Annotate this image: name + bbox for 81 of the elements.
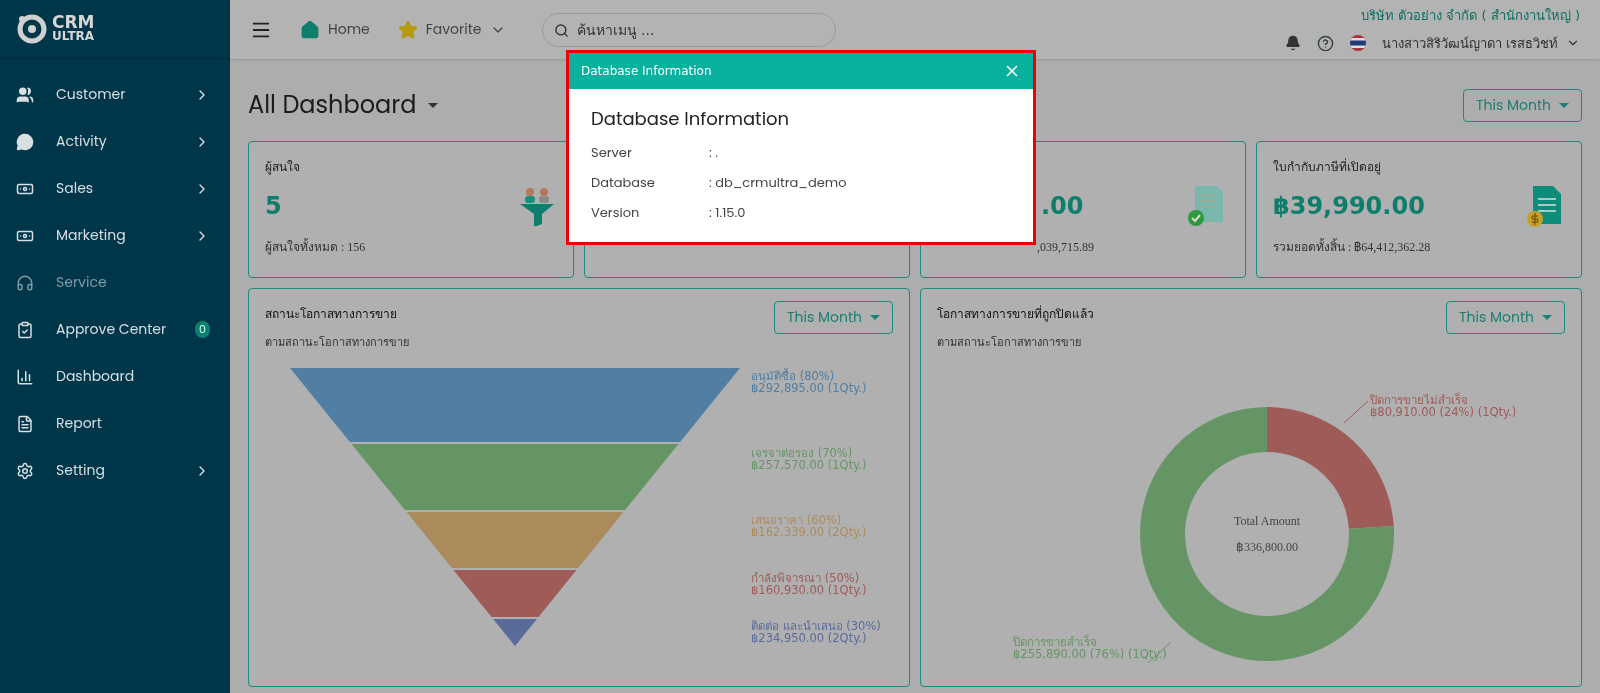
search-field[interactable]: ค้นหาเมนู ... — [541, 12, 836, 47]
sidebar-label: Activity — [56, 131, 108, 152]
slice-label: ปิดการขายสำเร็จ — [1013, 635, 1097, 648]
document-icon — [16, 414, 34, 433]
home-link[interactable]: Home — [300, 19, 370, 40]
stage-amount: ฿292,895.00 (1Qty.) — [751, 381, 868, 394]
dialog-title: Database Information — [591, 105, 791, 132]
card-title: ใบกำกับภาษีที่เปิดอยู่ — [1273, 158, 1382, 174]
card-footer: ,039,715.89 — [1037, 238, 1229, 256]
sidebar-item[interactable]: Setting — [0, 447, 230, 494]
leader-line — [1344, 400, 1369, 424]
donut-center-value: ฿336,800.00 — [1236, 538, 1298, 556]
info-value: : 1.15.0 — [709, 203, 746, 223]
flag-icon[interactable] — [1349, 35, 1366, 52]
caret-icon — [428, 102, 439, 108]
info-value: : db_crmultra_demo — [709, 173, 847, 193]
donut-center-label: Total Amount — [1233, 512, 1301, 530]
favorite-link[interactable]: Favorite — [397, 19, 506, 40]
stage-label: เจรจาต่อรอง (70%) — [751, 446, 853, 459]
sidebar-label: Approve Center — [56, 319, 168, 340]
panel-subtitle: ตามสถานะโอกาสทางการขาย — [265, 335, 409, 351]
stage-label: ติดต่อ และนำเสนอ (30%) — [751, 619, 881, 632]
info-label: Server — [591, 143, 633, 163]
sidebar-label: Marketing — [56, 225, 127, 246]
card-value: 5 — [265, 191, 282, 222]
slice-amount: ฿80,910.00 (24%) (1Qty.) — [1370, 405, 1517, 418]
stage-amount: ฿234,950.00 (2Qty.) — [751, 631, 867, 644]
bell-icon[interactable] — [1284, 35, 1301, 52]
card-value: ฿39,990.00 — [1273, 191, 1425, 222]
sidebar-label: Sales — [56, 178, 95, 199]
sidebar-item[interactable]: Customer — [0, 71, 230, 118]
logo-text: CRM — [52, 15, 95, 29]
sidebar-label: Service — [56, 272, 108, 293]
sidebar-label: Customer — [56, 84, 127, 105]
card-title: ผู้สนใจ — [265, 159, 301, 174]
company-name: บริษัท ตัวอย่าง จำกัด ( สำนักงานใหญ่ ) — [1361, 7, 1580, 25]
caret-icon — [870, 315, 880, 320]
card-value: .00 — [1041, 191, 1084, 222]
page-title[interactable]: All Dashboard — [248, 87, 439, 123]
home-icon — [300, 19, 320, 40]
sidebar-item[interactable]: Approve Center 0 — [0, 306, 230, 353]
sidebar-item[interactable]: Dashboard — [0, 353, 230, 400]
headphones-icon — [16, 273, 34, 292]
bar-chart-icon — [16, 367, 34, 386]
dialog-header-title: Database Information — [581, 63, 712, 80]
stage-label: กำลังพิจารณา (50%) — [751, 571, 860, 584]
card-footer: รวมยอดทั้งสิ้น : ฿64,412,362.28 — [1273, 238, 1565, 256]
info-label: Version — [591, 203, 641, 223]
stage-label: อนุมัติซื้อ (80%) — [751, 369, 835, 382]
stage-amount: ฿160,930.00 (1Qty.) — [751, 583, 868, 596]
stage-amount: ฿257,570.00 (1Qty.) — [751, 458, 868, 471]
sidebar-label: Dashboard — [56, 366, 136, 387]
sidebar-item[interactable]: Sales — [0, 165, 230, 212]
help-icon[interactable] — [1316, 34, 1334, 52]
panel-title: สถานะโอกาสทางการขาย — [265, 306, 398, 323]
info-value: : . — [709, 143, 718, 163]
sidebar-item[interactable]: Report — [0, 400, 230, 447]
card-footer: ผู้สนใจทั้งหมด : 156 — [265, 238, 557, 256]
sidebar-item[interactable]: Activity — [0, 118, 230, 165]
user-menu[interactable]: นางสาวสิริวัฒน์ญาดา เรสธวิชท์ — [1381, 33, 1580, 53]
logo-icon — [16, 13, 48, 45]
slice-label: ปิดการขายไม่สำเร็จ — [1370, 393, 1468, 406]
caret-icon — [1559, 102, 1569, 108]
stage-amount: ฿162,339.00 (2Qty.) — [751, 525, 868, 538]
info-label: Database — [591, 173, 656, 193]
star-icon — [397, 19, 418, 40]
panel-subtitle: ตามสถานะโอกาสทางการขาย — [937, 335, 1082, 351]
clipboard-check-icon — [16, 320, 34, 339]
stage-label: เสนอราคา (60%) — [751, 513, 842, 526]
search-icon — [553, 22, 569, 38]
sidebar-item[interactable]: Marketing — [0, 212, 230, 259]
caret-icon — [1542, 315, 1552, 320]
sidebar-label: Setting — [56, 460, 106, 481]
settings-icon — [16, 461, 34, 480]
slice-amount: ฿255,890.00 (76%) (1Qty.) — [1013, 647, 1167, 660]
chat-icon — [16, 132, 34, 151]
sidebar-label: Report — [56, 413, 103, 434]
count-badge: 0 — [195, 321, 210, 338]
panel-title: โอกาสทางการขายที่ถูกปิดแล้ว — [937, 305, 1094, 323]
users-icon — [16, 85, 34, 104]
logo-subtext: ULTRA — [52, 29, 95, 43]
